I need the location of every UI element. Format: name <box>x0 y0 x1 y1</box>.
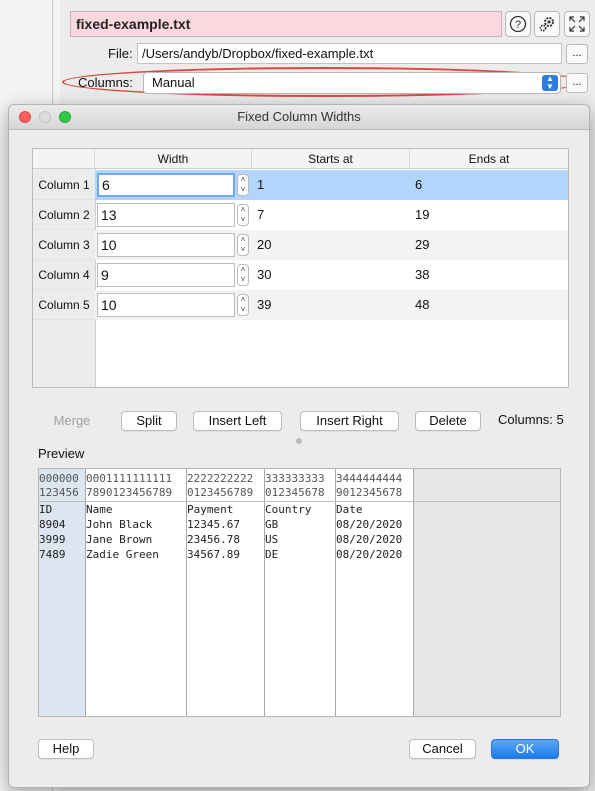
start-cell: 20 <box>252 230 410 260</box>
file-label: File: <box>108 46 133 61</box>
width-input[interactable]: 10 <box>97 233 235 257</box>
start-cell: 30 <box>257 267 272 282</box>
preview-cell: 8904 <box>39 518 66 531</box>
columns-label: Columns: <box>78 75 133 90</box>
preview-cell: Name <box>86 503 113 516</box>
gear-icon <box>539 17 554 32</box>
preview-cell: Country <box>265 503 312 516</box>
header-starts-at[interactable]: Starts at <box>252 149 410 169</box>
stepper-icon[interactable]: ˄ ˅ <box>237 234 249 256</box>
row-label: Column 2 <box>33 200 95 230</box>
preview-unused-area <box>414 469 560 716</box>
filename-header: fixed-example.txt <box>70 11 502 37</box>
preview-label: Preview <box>38 446 85 461</box>
preview-cell: 23456.78 <box>187 533 240 546</box>
settings-button[interactable] <box>534 11 560 37</box>
columns-select-value: Manual <box>152 75 195 90</box>
ruler-digits: 9012345678 <box>336 486 403 499</box>
table-row[interactable]: Column 2 13 ˄ ˅ 7 19 <box>33 200 568 230</box>
preview-cell: US <box>265 533 279 546</box>
select-arrows-icon: ▲ ▼ <box>542 75 558 91</box>
preview-cell: 34567.89 <box>187 548 240 561</box>
table-row[interactable]: Column 1 6 ˄ ˅ 1 6 <box>33 170 568 200</box>
preview-cell: 3999 <box>39 533 66 546</box>
preview-cell: 7489 <box>39 548 66 561</box>
row-label: Column 5 <box>33 290 95 320</box>
fixed-column-widths-dialog: Fixed Column Widths Width Starts at Ends… <box>8 104 590 788</box>
cancel-button[interactable]: Cancel <box>409 739 476 759</box>
start-cell: 1 <box>252 170 410 200</box>
header-width[interactable]: Width <box>95 149 252 169</box>
svg-text:?: ? <box>515 19 521 31</box>
end-cell: 48 <box>410 290 568 320</box>
row-label: Column 3 <box>33 230 95 260</box>
ruler-digits: 7890123456789 <box>86 486 173 499</box>
table-row[interactable]: Column 3 10 ˄ ˅ 20 29 <box>33 230 568 260</box>
preview-cell: 08/20/2020 <box>336 518 403 531</box>
merge-button[interactable]: Merge <box>39 411 105 431</box>
row-label: Column 1 <box>33 170 95 200</box>
preview-cell: 12345.67 <box>187 518 240 531</box>
split-button[interactable]: Split <box>121 411 177 431</box>
dialog-title: Fixed Column Widths <box>237 109 361 124</box>
columns-more-button[interactable]: ... <box>566 73 588 93</box>
preview-cell: ID <box>39 503 53 516</box>
help-button[interactable]: ? <box>505 11 531 37</box>
ruler-digits: 000000 <box>39 472 79 485</box>
end-cell: 6 <box>410 170 568 200</box>
ruler-digits: 3444444444 <box>336 472 403 485</box>
stepper-icon[interactable]: ˄ ˅ <box>237 204 249 226</box>
stepper-icon[interactable]: ˄ ˅ <box>237 174 249 196</box>
delete-button[interactable]: Delete <box>415 411 481 431</box>
width-input[interactable]: 9 <box>97 263 235 287</box>
row-label: Column 4 <box>33 260 95 290</box>
table-row[interactable]: Column 5 10 ˄ ˅ 39 48 <box>33 290 568 320</box>
table-row[interactable]: Column 4 9 ˄ ˅ 30 38 <box>33 260 568 290</box>
titlebar: Fixed Column Widths <box>9 105 589 130</box>
ruler-digits: 0001111111111 <box>86 472 173 485</box>
browse-button[interactable]: ... <box>566 44 588 64</box>
help-dialog-button[interactable]: Help <box>38 739 94 759</box>
ok-button[interactable]: OK <box>491 739 559 759</box>
preview-cell: DE <box>265 548 279 561</box>
width-input[interactable]: 13 <box>97 203 235 227</box>
preview-cell: 08/20/2020 <box>336 533 403 546</box>
column-widths-table: Width Starts at Ends at Column 1 6 ˄ ˅ 1 6… <box>32 148 569 388</box>
stepper-icon[interactable]: ˄ ˅ <box>237 264 249 286</box>
preview-cell: Zadie Green <box>86 548 159 561</box>
ruler-digits: 123456 <box>39 486 79 499</box>
help-icon: ? <box>509 15 527 33</box>
preview-cell: Payment <box>187 503 234 516</box>
expand-icon <box>569 16 585 32</box>
file-path-field[interactable]: /Users/andyb/Dropbox/fixed-example.txt <box>137 43 562 64</box>
insert-left-button[interactable]: Insert Left <box>193 411 282 431</box>
ruler-digits: 333333333 <box>265 472 325 485</box>
ruler-digits: 0123456789 <box>187 486 254 499</box>
preview-cell: Jane Brown <box>86 533 153 546</box>
end-cell: 38 <box>415 267 430 282</box>
preview-cell: Date <box>336 503 363 516</box>
preview-pane: 000000 0001111111111 2222222222 33333333… <box>38 468 561 717</box>
header-ends-at[interactable]: Ends at <box>410 149 568 169</box>
width-input[interactable]: 10 <box>97 293 235 317</box>
start-cell: 39 <box>252 290 410 320</box>
preview-cell: 08/20/2020 <box>336 548 403 561</box>
end-cell: 19 <box>415 207 430 222</box>
end-cell: 29 <box>410 230 568 260</box>
splitter-handle[interactable] <box>296 438 302 444</box>
ruler-digits: 012345678 <box>265 486 325 499</box>
preview-cell: GB <box>265 518 279 531</box>
preview-cell: John Black <box>86 518 153 531</box>
ruler-digits: 2222222222 <box>187 472 254 485</box>
expand-button[interactable] <box>564 11 590 37</box>
columns-select[interactable]: Manual ▲ ▼ <box>143 72 561 94</box>
insert-right-button[interactable]: Insert Right <box>300 411 399 431</box>
start-cell: 7 <box>257 207 265 222</box>
corner-header <box>33 149 95 169</box>
stepper-icon[interactable]: ˄ ˅ <box>237 294 249 316</box>
width-input[interactable]: 6 <box>97 173 235 197</box>
columns-count: Columns: 5 <box>498 412 564 427</box>
